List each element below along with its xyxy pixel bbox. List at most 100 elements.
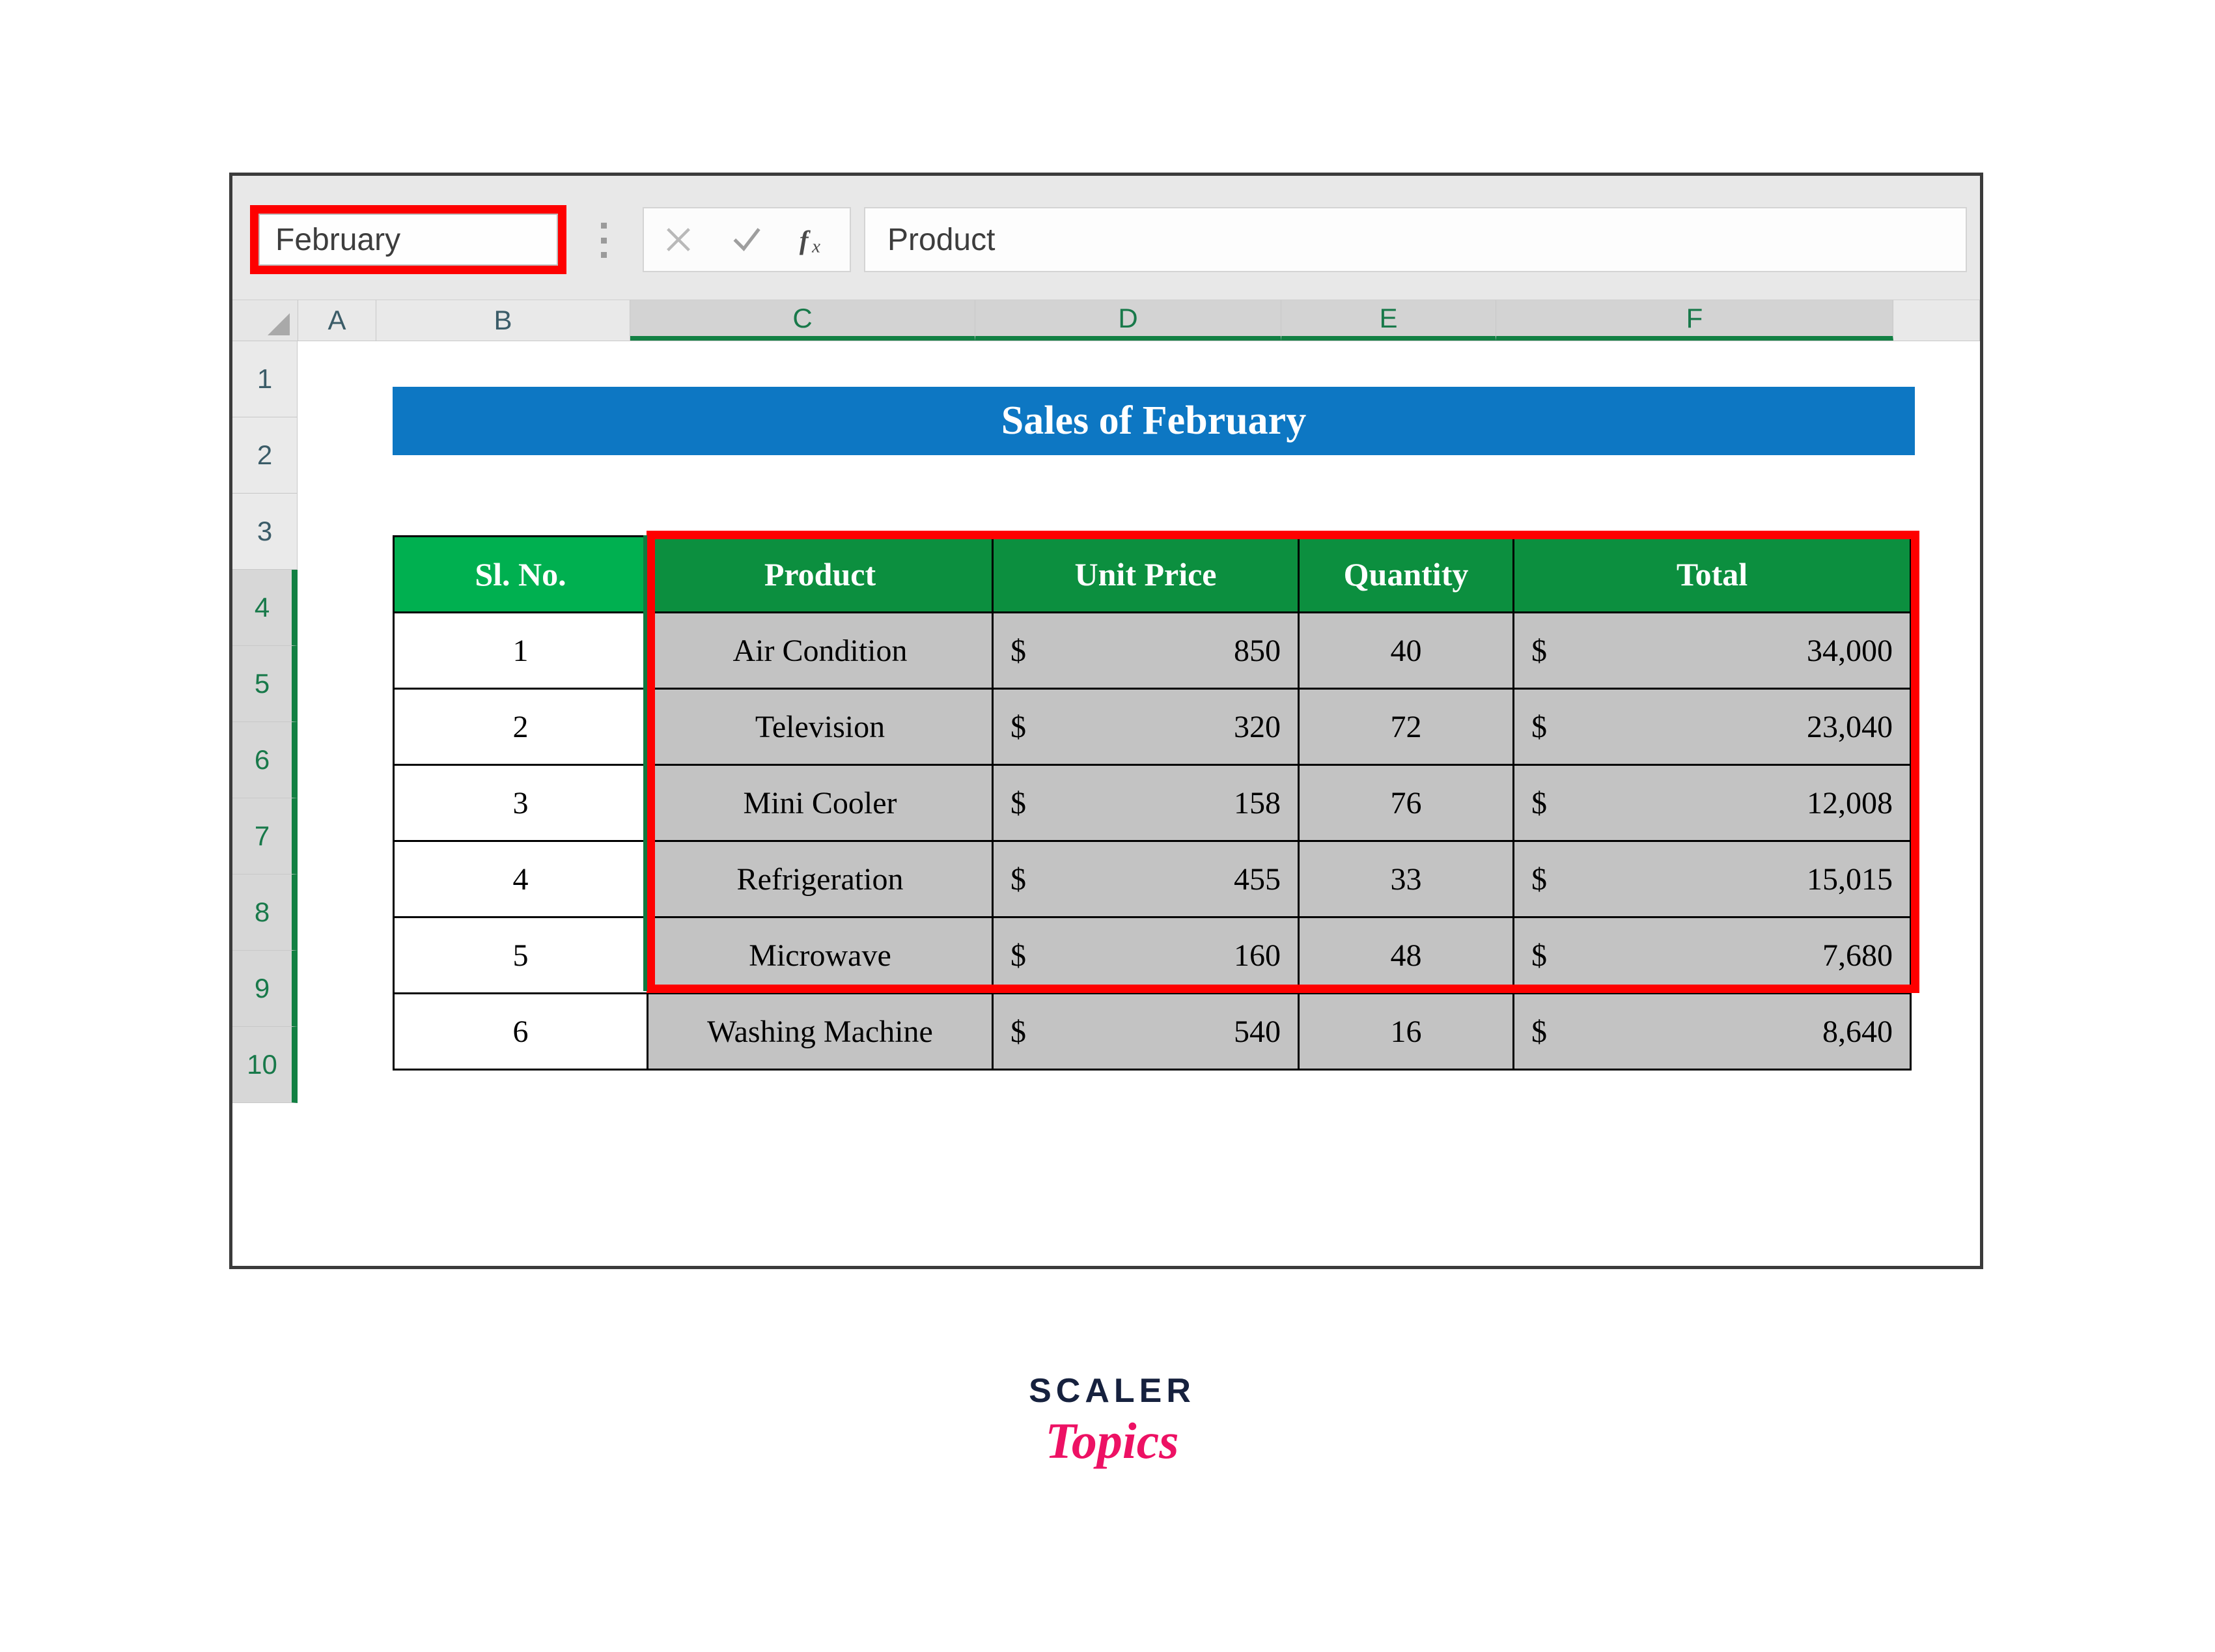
- logo-scaler-text: SCALER: [982, 1374, 1242, 1408]
- currency-symbol: $: [1531, 785, 1547, 821]
- cell-unit-price[interactable]: $320: [993, 689, 1299, 765]
- enter-icon[interactable]: [724, 217, 770, 262]
- table-header-quantity[interactable]: Quantity: [1299, 537, 1514, 613]
- cell-total[interactable]: $15,015: [1514, 841, 1911, 917]
- row-header-1[interactable]: 1: [232, 341, 298, 417]
- cell-product[interactable]: Air Condition: [648, 613, 993, 689]
- cell-product[interactable]: Television: [648, 689, 993, 765]
- table-row: 2 Television $320 72 $23,040: [394, 689, 1911, 765]
- table-header-product[interactable]: Product: [648, 537, 993, 613]
- sheet-body: 1 2 3 4 5 6 7 8 9 10 Sales of February: [232, 341, 1980, 1103]
- cell-unit-price[interactable]: $540: [993, 994, 1299, 1070]
- cell-quantity[interactable]: 76: [1299, 765, 1514, 841]
- cell-product[interactable]: Mini Cooler: [648, 765, 993, 841]
- row-header-7[interactable]: 7: [232, 798, 298, 875]
- cells-area: Sales of February Sl. No. Product Unit P…: [298, 341, 1980, 1103]
- currency-symbol: $: [1010, 633, 1026, 669]
- row-header-2[interactable]: 2: [232, 417, 298, 494]
- unit-price-value: 320: [1234, 709, 1281, 745]
- column-header-c[interactable]: C: [630, 300, 975, 341]
- cell-total[interactable]: $8,640: [1514, 994, 1911, 1070]
- select-all-triangle-icon: [268, 313, 290, 335]
- table-body: 1 Air Condition $850 40 $34,000 2 Televi…: [394, 613, 1911, 1070]
- cell-product[interactable]: Washing Machine: [648, 994, 993, 1070]
- cell-unit-price[interactable]: $160: [993, 917, 1299, 994]
- cell-total[interactable]: $34,000: [1514, 613, 1911, 689]
- row-header-10[interactable]: 10: [232, 1027, 298, 1103]
- table-header-sl-no[interactable]: Sl. No.: [394, 537, 648, 613]
- cancel-icon[interactable]: [656, 217, 701, 262]
- currency-symbol: $: [1010, 1014, 1026, 1050]
- table-row: 5 Microwave $160 48 $7,680: [394, 917, 1911, 994]
- table-header-total[interactable]: Total: [1514, 537, 1911, 613]
- logo-topics-text: Topics: [982, 1413, 1242, 1469]
- scaler-topics-logo: SCALER Topics: [982, 1374, 1242, 1469]
- sheet-canvas: Sales of February Sl. No. Product Unit P…: [298, 341, 1980, 1103]
- formula-bar-value: Product: [887, 222, 995, 258]
- column-header-e[interactable]: E: [1281, 300, 1496, 341]
- row-header-8[interactable]: 8: [232, 875, 298, 951]
- cell-sl-no[interactable]: 1: [394, 613, 648, 689]
- row-header-9[interactable]: 9: [232, 951, 298, 1027]
- currency-symbol: $: [1531, 1014, 1547, 1050]
- currency-symbol: $: [1531, 938, 1547, 973]
- column-header-filler: [1893, 300, 1980, 341]
- total-value: 7,680: [1822, 938, 1893, 973]
- excel-window: February f x Pro: [229, 173, 1983, 1269]
- sheet-title-banner[interactable]: Sales of February: [393, 387, 1915, 455]
- table-row: 6 Washing Machine $540 16 $8,640: [394, 994, 1911, 1070]
- formula-bar-buttons: f x: [643, 207, 851, 272]
- svg-text:f: f: [800, 225, 811, 255]
- cell-product[interactable]: Refrigeration: [648, 841, 993, 917]
- unit-price-value: 455: [1234, 861, 1281, 897]
- cell-total[interactable]: $12,008: [1514, 765, 1911, 841]
- select-all-button[interactable]: [232, 300, 298, 341]
- row-header-4[interactable]: 4: [232, 570, 298, 646]
- active-cell-edge: [643, 535, 647, 991]
- cell-unit-price[interactable]: $455: [993, 841, 1299, 917]
- cell-quantity[interactable]: 16: [1299, 994, 1514, 1070]
- cell-sl-no[interactable]: 3: [394, 765, 648, 841]
- formula-bar-strip: February f x Pro: [232, 176, 1980, 300]
- table-header-unit-price[interactable]: Unit Price: [993, 537, 1299, 613]
- cell-quantity[interactable]: 33: [1299, 841, 1514, 917]
- total-value: 8,640: [1822, 1014, 1893, 1050]
- cell-total[interactable]: $23,040: [1514, 689, 1911, 765]
- cell-unit-price[interactable]: $158: [993, 765, 1299, 841]
- cell-sl-no[interactable]: 5: [394, 917, 648, 994]
- currency-symbol: $: [1010, 861, 1026, 897]
- cell-sl-no[interactable]: 4: [394, 841, 648, 917]
- column-header-f[interactable]: F: [1496, 300, 1893, 341]
- column-header-a[interactable]: A: [298, 300, 376, 341]
- fx-icon[interactable]: f x: [792, 217, 838, 262]
- cell-quantity[interactable]: 48: [1299, 917, 1514, 994]
- formula-bar-input[interactable]: Product: [864, 207, 1967, 272]
- table-row: 1 Air Condition $850 40 $34,000: [394, 613, 1911, 689]
- row-header-5[interactable]: 5: [232, 646, 298, 722]
- cell-quantity[interactable]: 40: [1299, 613, 1514, 689]
- table-row: 4 Refrigeration $455 33 $15,015: [394, 841, 1911, 917]
- cell-total[interactable]: $7,680: [1514, 917, 1911, 994]
- row-header-6[interactable]: 6: [232, 722, 298, 798]
- column-header-d[interactable]: D: [975, 300, 1281, 341]
- row-header-3[interactable]: 3: [232, 494, 298, 570]
- column-header-b[interactable]: B: [376, 300, 630, 341]
- total-value: 12,008: [1807, 785, 1893, 821]
- cell-quantity[interactable]: 72: [1299, 689, 1514, 765]
- currency-symbol: $: [1010, 938, 1026, 973]
- column-header-row: A B C D E F: [232, 300, 1980, 341]
- name-box-dropdown-dots-icon[interactable]: [594, 223, 613, 258]
- unit-price-value: 158: [1234, 785, 1281, 821]
- sheet-title-text: Sales of February: [1001, 398, 1306, 444]
- cell-unit-price[interactable]: $850: [993, 613, 1299, 689]
- name-box-input[interactable]: February: [260, 215, 557, 264]
- cell-product[interactable]: Microwave: [648, 917, 993, 994]
- cell-sl-no[interactable]: 6: [394, 994, 648, 1070]
- currency-symbol: $: [1010, 709, 1026, 745]
- spreadsheet-grid: A B C D E F 1 2 3 4 5 6 7 8 9 10: [232, 300, 1980, 1103]
- table-row: 3 Mini Cooler $158 76 $12,008: [394, 765, 1911, 841]
- currency-symbol: $: [1010, 785, 1026, 821]
- currency-symbol: $: [1531, 709, 1547, 745]
- cell-sl-no[interactable]: 2: [394, 689, 648, 765]
- unit-price-value: 540: [1234, 1014, 1281, 1050]
